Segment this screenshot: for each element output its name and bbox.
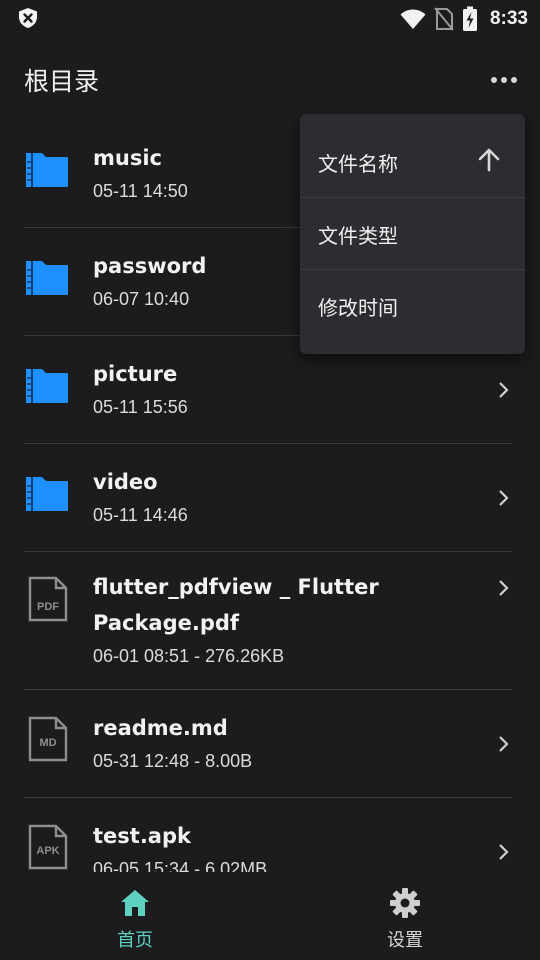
arrow-up-icon xyxy=(478,148,500,172)
shield-x-icon xyxy=(19,8,37,28)
sort-item-label: 文件名称 xyxy=(318,152,398,176)
file-meta: 05-31 12:48 - 8.00B xyxy=(93,751,253,771)
sort-item-label: 修改时间 xyxy=(318,296,398,320)
file-meta: 05-11 15:56 xyxy=(93,397,188,417)
file-meta: 05-11 14:50 xyxy=(93,181,188,201)
sort-menu: 文件名称 文件类型 修改时间 xyxy=(300,114,525,354)
nav-label-settings: 设置 xyxy=(387,930,423,951)
gear-icon xyxy=(390,888,420,918)
no-sim-icon xyxy=(434,7,454,31)
list-item[interactable]: MD readme.md 05-31 12:48 - 8.00B xyxy=(0,690,540,798)
file-name: video xyxy=(93,470,158,494)
nav-label-home: 首页 xyxy=(117,930,153,951)
chevron-right-icon xyxy=(499,490,509,506)
nav-item-settings[interactable]: 设置 xyxy=(270,872,540,960)
nav-item-home[interactable]: 首页 xyxy=(0,872,270,960)
page-title: 根目录 xyxy=(24,67,100,96)
file-name: flutter_pdfview _ Flutter Package.pdf xyxy=(93,575,379,635)
more-menu-button[interactable] xyxy=(488,64,520,96)
status-time: 8:33 xyxy=(489,8,528,29)
wifi-icon xyxy=(400,9,426,29)
svg-text:APK: APK xyxy=(36,845,59,857)
app-bar: 根目录 xyxy=(0,40,540,118)
chevron-right-icon xyxy=(499,580,509,596)
status-icons: 8:33 xyxy=(400,5,528,33)
sort-by-modified-item[interactable]: 修改时间 xyxy=(300,270,525,342)
sort-by-name-item[interactable]: 文件名称 xyxy=(300,126,525,198)
folder-icon xyxy=(26,261,68,295)
file-meta: 05-11 14:46 xyxy=(93,505,188,525)
folder-icon xyxy=(26,477,68,511)
chevron-right-icon xyxy=(499,382,509,398)
md-file-icon: MD xyxy=(28,716,68,762)
folder-icon xyxy=(26,369,68,403)
battery-charging-icon xyxy=(462,6,477,31)
folder-icon xyxy=(26,153,68,187)
svg-text:PDF: PDF xyxy=(37,601,59,613)
file-meta: 06-07 10:40 xyxy=(93,289,190,309)
file-name: readme.md xyxy=(93,716,228,740)
list-item[interactable]: video 05-11 14:46 xyxy=(0,444,540,552)
file-name: test.apk xyxy=(93,824,191,848)
pdf-file-icon: PDF xyxy=(28,576,68,622)
more-horizontal-icon xyxy=(491,77,497,83)
file-name: picture xyxy=(93,362,178,386)
apk-file-icon: APK xyxy=(28,824,68,870)
bottom-nav: 首页 设置 xyxy=(0,872,540,960)
home-icon xyxy=(121,890,149,916)
list-item[interactable]: PDF flutter_pdfview _ Flutter Package.pd… xyxy=(0,552,540,690)
list-item[interactable]: APK test.apk 06-05 15:34 - 6.02MB xyxy=(0,798,540,872)
file-meta: 06-05 15:34 - 6.02MB xyxy=(93,859,268,872)
file-meta: 06-01 08:51 - 276.26KB xyxy=(93,646,285,666)
sort-by-type-item[interactable]: 文件类型 xyxy=(300,198,525,270)
status-bar: 8:33 xyxy=(0,0,540,38)
svg-text:MD: MD xyxy=(39,737,56,749)
chevron-right-icon xyxy=(499,736,509,752)
sort-item-label: 文件类型 xyxy=(318,224,398,248)
chevron-right-icon xyxy=(499,844,509,860)
